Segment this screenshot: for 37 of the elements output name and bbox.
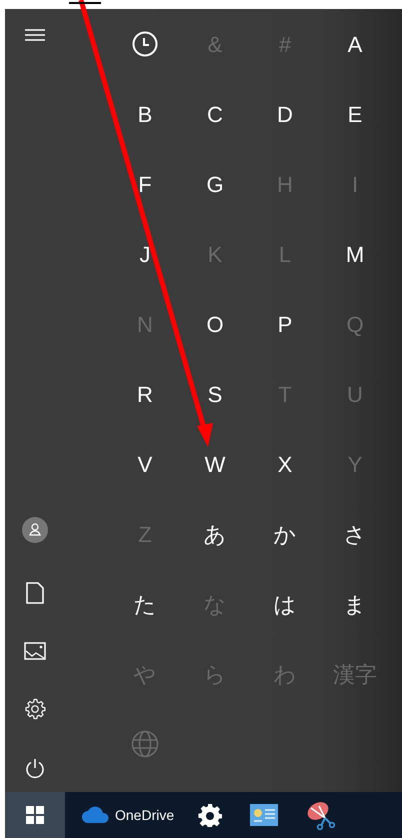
- scissors-icon: [305, 800, 336, 830]
- gear-icon: [198, 803, 222, 827]
- index-letter[interactable]: X: [250, 429, 320, 499]
- index-letter[interactable]: D: [250, 79, 320, 149]
- index-letter[interactable]: B: [110, 79, 180, 149]
- picture-icon[interactable]: [24, 642, 46, 660]
- index-letter[interactable]: さ: [320, 499, 390, 569]
- index-letter[interactable]: V: [110, 429, 180, 499]
- index-letter[interactable]: ま: [320, 569, 390, 639]
- power-icon[interactable]: [24, 758, 46, 780]
- index-letter[interactable]: S: [180, 359, 250, 429]
- index-letter[interactable]: G: [180, 149, 250, 219]
- index-letter[interactable]: R: [110, 359, 180, 429]
- index-letter[interactable]: J: [110, 219, 180, 289]
- index-letter[interactable]: か: [250, 499, 320, 569]
- windows-logo-icon: [26, 806, 44, 824]
- index-letter[interactable]: A: [320, 9, 390, 79]
- control-panel-icon: [250, 804, 278, 826]
- user-avatar-icon[interactable]: [21, 516, 49, 544]
- settings-icon[interactable]: [24, 698, 46, 720]
- index-letter[interactable]: O: [180, 289, 250, 359]
- menu-icon[interactable]: [24, 28, 46, 42]
- onedrive-taskbar-button[interactable]: OneDrive: [65, 792, 182, 838]
- index-letter[interactable]: W: [180, 429, 250, 499]
- index-letter[interactable]: M: [320, 219, 390, 289]
- index-letter[interactable]: C: [180, 79, 250, 149]
- document-icon[interactable]: [26, 582, 44, 604]
- start-button[interactable]: [5, 792, 65, 838]
- clock-icon[interactable]: [132, 31, 158, 57]
- index-letter[interactable]: あ: [180, 499, 250, 569]
- underline-mark: [69, 2, 101, 4]
- index-letter[interactable]: は: [250, 569, 320, 639]
- index-letter[interactable]: E: [320, 79, 390, 149]
- cloud-icon: [81, 806, 111, 824]
- index-letter[interactable]: F: [110, 149, 180, 219]
- index-letter[interactable]: P: [250, 289, 320, 359]
- index-letter[interactable]: た: [110, 569, 180, 639]
